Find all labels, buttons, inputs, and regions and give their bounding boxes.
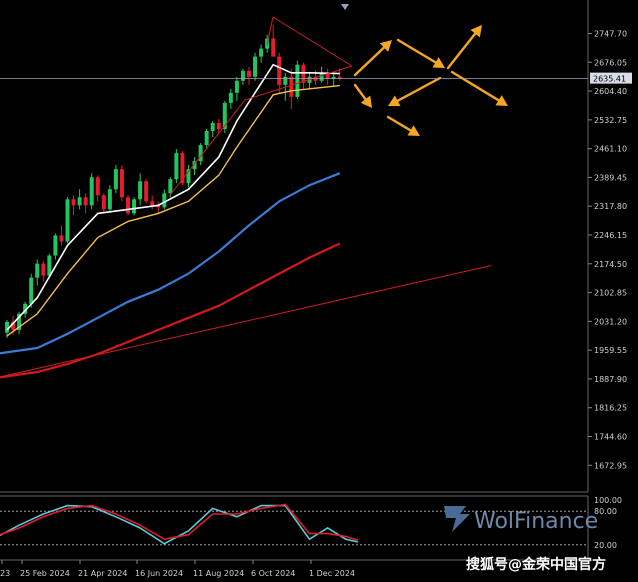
- candle-body: [59, 235, 64, 242]
- candle-body: [168, 179, 173, 194]
- candle-body: [228, 92, 233, 103]
- candle-body: [319, 72, 324, 81]
- candle-body: [53, 235, 58, 256]
- y-tick-label: 2031.20: [594, 317, 627, 326]
- candle-body: [144, 181, 149, 202]
- y-tick-label: 2317.80: [594, 202, 627, 211]
- candle-body: [301, 64, 306, 83]
- candle-body: [162, 193, 167, 208]
- y-tick-label: 2174.50: [594, 260, 627, 269]
- y-tick-label: 2461.10: [594, 145, 627, 154]
- candle-body: [71, 199, 76, 206]
- candle-body: [210, 122, 215, 132]
- x-tick-label: 6 Oct 2024: [251, 569, 295, 578]
- x-tick-label: 21 Apr 2024: [78, 569, 127, 578]
- candle-body: [277, 56, 282, 85]
- candle-body: [107, 189, 112, 210]
- candle-body: [29, 277, 34, 304]
- candle-body: [271, 38, 276, 57]
- candle-body: [126, 197, 130, 214]
- candle-body: [216, 122, 221, 130]
- candle-body: [150, 201, 155, 206]
- y-tick-label: 2676.05: [594, 58, 627, 67]
- y-tick-label: 2389.45: [594, 173, 627, 182]
- candle-body: [283, 76, 288, 85]
- y-tick-label: 2246.15: [594, 231, 627, 240]
- y-tick-label: 2532.75: [594, 116, 627, 125]
- candle-body: [174, 153, 179, 180]
- candle-body: [77, 197, 82, 206]
- y-tick-label: 1887.90: [594, 375, 627, 384]
- candle-body: [95, 177, 100, 196]
- y-tick-label: 2102.85: [594, 289, 627, 298]
- y-tick-label: 1672.95: [594, 461, 627, 470]
- candle-body: [65, 199, 70, 242]
- x-tick-label: 23: [0, 569, 10, 578]
- candle-body: [83, 197, 88, 206]
- candle-body: [35, 263, 40, 278]
- x-tick-label: 16 Jun 2024: [135, 569, 183, 578]
- candle-body: [295, 64, 300, 97]
- candle-body: [101, 195, 106, 210]
- candle-body: [247, 70, 251, 77]
- x-tick-label: 1 Dec 2024: [309, 569, 355, 578]
- y-tick-label: 2747.70: [594, 30, 627, 39]
- candle-body: [253, 56, 258, 77]
- price-chart: 2747.70 2676.05 2604.40 2532.75 2461.10 2389.…: [0, 0, 638, 582]
- stoch-tick-label: 100.00: [594, 496, 622, 505]
- wolfinance-text: WolFinance: [474, 509, 598, 534]
- x-tick-label: 11 Aug 2024: [193, 569, 244, 578]
- source-watermark: 搜狐号@金荣中国官方: [466, 556, 606, 573]
- candle-body: [119, 169, 124, 198]
- candle-body: [138, 181, 143, 200]
- candle-body: [132, 199, 137, 214]
- candle-body: [113, 169, 118, 190]
- stoch-tick-label: 20.00: [594, 541, 617, 550]
- candle-body: [204, 131, 209, 146]
- y-tick-label: 2604.40: [594, 87, 627, 96]
- last-price-label: 2635.41: [593, 75, 626, 84]
- candle-body: [41, 263, 46, 276]
- y-tick-label: 1744.60: [594, 433, 627, 442]
- y-tick-label: 1959.55: [594, 346, 627, 355]
- candle-body: [259, 48, 264, 57]
- candle-body: [89, 177, 94, 206]
- candle-body: [337, 76, 342, 79]
- candle-body: [289, 76, 294, 97]
- candle-body: [234, 80, 239, 93]
- candle-body: [47, 255, 52, 276]
- y-tick-label: 1816.25: [594, 404, 627, 413]
- candle-body: [240, 70, 245, 81]
- x-tick-label: 25 Feb 2024: [20, 569, 70, 578]
